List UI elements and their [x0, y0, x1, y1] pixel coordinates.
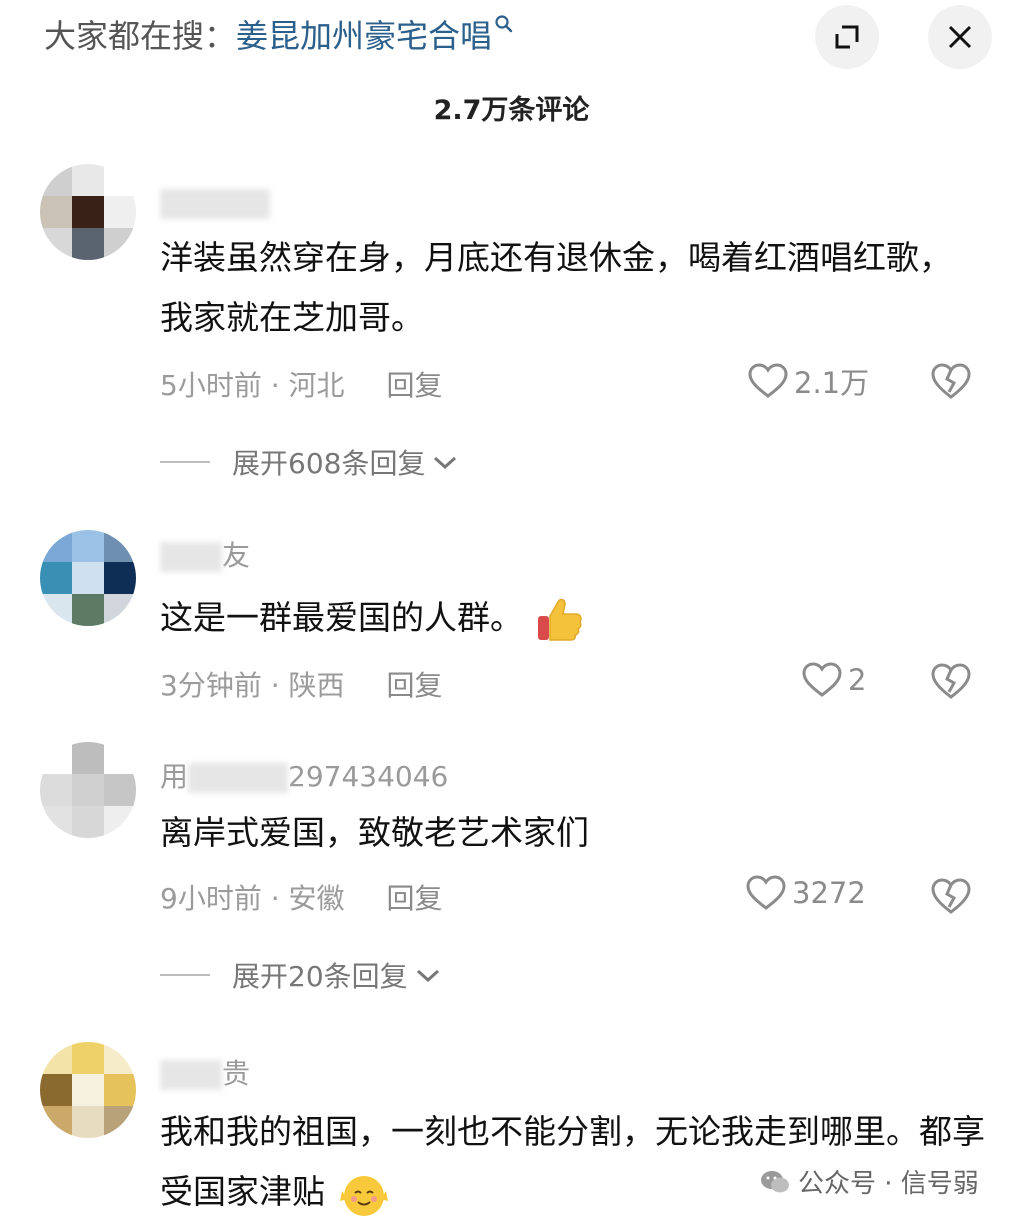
comment-meta: 3分钟前 · 陕西 回复 [160, 669, 443, 702]
reply-button[interactable]: 回复 [387, 669, 443, 702]
like-button[interactable]: 3272 [746, 875, 866, 911]
comment-time: 9小时前 [160, 882, 262, 915]
username[interactable]: 友 [160, 534, 250, 574]
comment-meta: 5小时前 · 河北 回复 [160, 369, 443, 402]
comment-text: 洋装虽然穿在身，月底还有退休金，喝着红酒唱红歌，我家就在芝加哥。 [160, 238, 952, 337]
expand-replies-label: 展开20条回复 [232, 960, 408, 993]
heart-icon [748, 363, 788, 398]
smiling-emoji-icon [339, 1175, 388, 1216]
search-icon [495, 15, 513, 33]
chevron-down-icon [434, 456, 457, 470]
search-suggestion[interactable]: 大家都在搜：姜昆加州豪宅合唱 [44, 14, 514, 58]
reply-button[interactable]: 回复 [387, 882, 443, 915]
dislike-button[interactable] [930, 362, 978, 400]
username[interactable]: 用 297434046 [160, 755, 448, 795]
minimize-button[interactable] [815, 5, 879, 69]
search-prefix: 大家都在搜： [44, 17, 237, 55]
avatar[interactable] [40, 530, 136, 626]
like-count: 2.1万 [794, 366, 870, 400]
comment-meta: 9小时前 · 安徽 回复 [160, 882, 443, 915]
like-button[interactable]: 2.1万 [748, 360, 869, 402]
dislike-button[interactable] [930, 877, 978, 915]
divider [160, 461, 210, 463]
comment-location: 陕西 [288, 669, 345, 702]
reply-button[interactable]: 回复 [387, 369, 443, 402]
avatar[interactable] [40, 164, 136, 260]
heart-icon [802, 662, 842, 697]
minimize-icon [835, 25, 859, 49]
comment-location: 安徽 [288, 882, 345, 915]
broken-heart-icon [931, 663, 971, 699]
comment-location: 河北 [288, 369, 345, 402]
like-button[interactable]: 2 [802, 662, 866, 698]
chevron-down-icon [416, 969, 439, 983]
avatar[interactable] [40, 1042, 136, 1138]
broken-heart-icon [931, 878, 971, 914]
heart-icon [746, 875, 786, 910]
username[interactable] [160, 186, 270, 219]
comment-count-title: 2.7万条评论 [433, 95, 590, 126]
avatar[interactable] [40, 742, 136, 838]
expand-replies-label: 展开608条回复 [232, 447, 426, 480]
comment-text: 我和我的祖国，一刻也不能分割，无论我走到哪里。都享受国家津贴 [160, 1102, 990, 1222]
divider [160, 974, 210, 976]
like-count: 3272 [792, 876, 866, 910]
comment-text: 这是一群最爱国的人群。 [160, 588, 980, 648]
expand-replies-button[interactable]: 展开20条回复 [160, 955, 442, 995]
wechat-icon [761, 1170, 789, 1192]
thumbs-up-icon [537, 598, 582, 641]
comment-time: 3分钟前 [160, 669, 262, 702]
comment-time: 5小时前 [160, 369, 262, 402]
username[interactable]: 贵 [160, 1052, 250, 1092]
close-icon [948, 25, 972, 49]
expand-replies-button[interactable]: 展开608条回复 [160, 442, 459, 482]
broken-heart-icon [931, 363, 971, 399]
close-button[interactable] [928, 5, 992, 69]
search-term-link[interactable]: 姜昆加州豪宅合唱 [236, 17, 492, 55]
comment-text: 离岸式爱国，致敬老艺术家们 [160, 813, 589, 852]
dislike-button[interactable] [930, 662, 978, 700]
like-count: 2 [848, 663, 867, 697]
watermark: 公众号 · 信号弱 [760, 1163, 979, 1200]
